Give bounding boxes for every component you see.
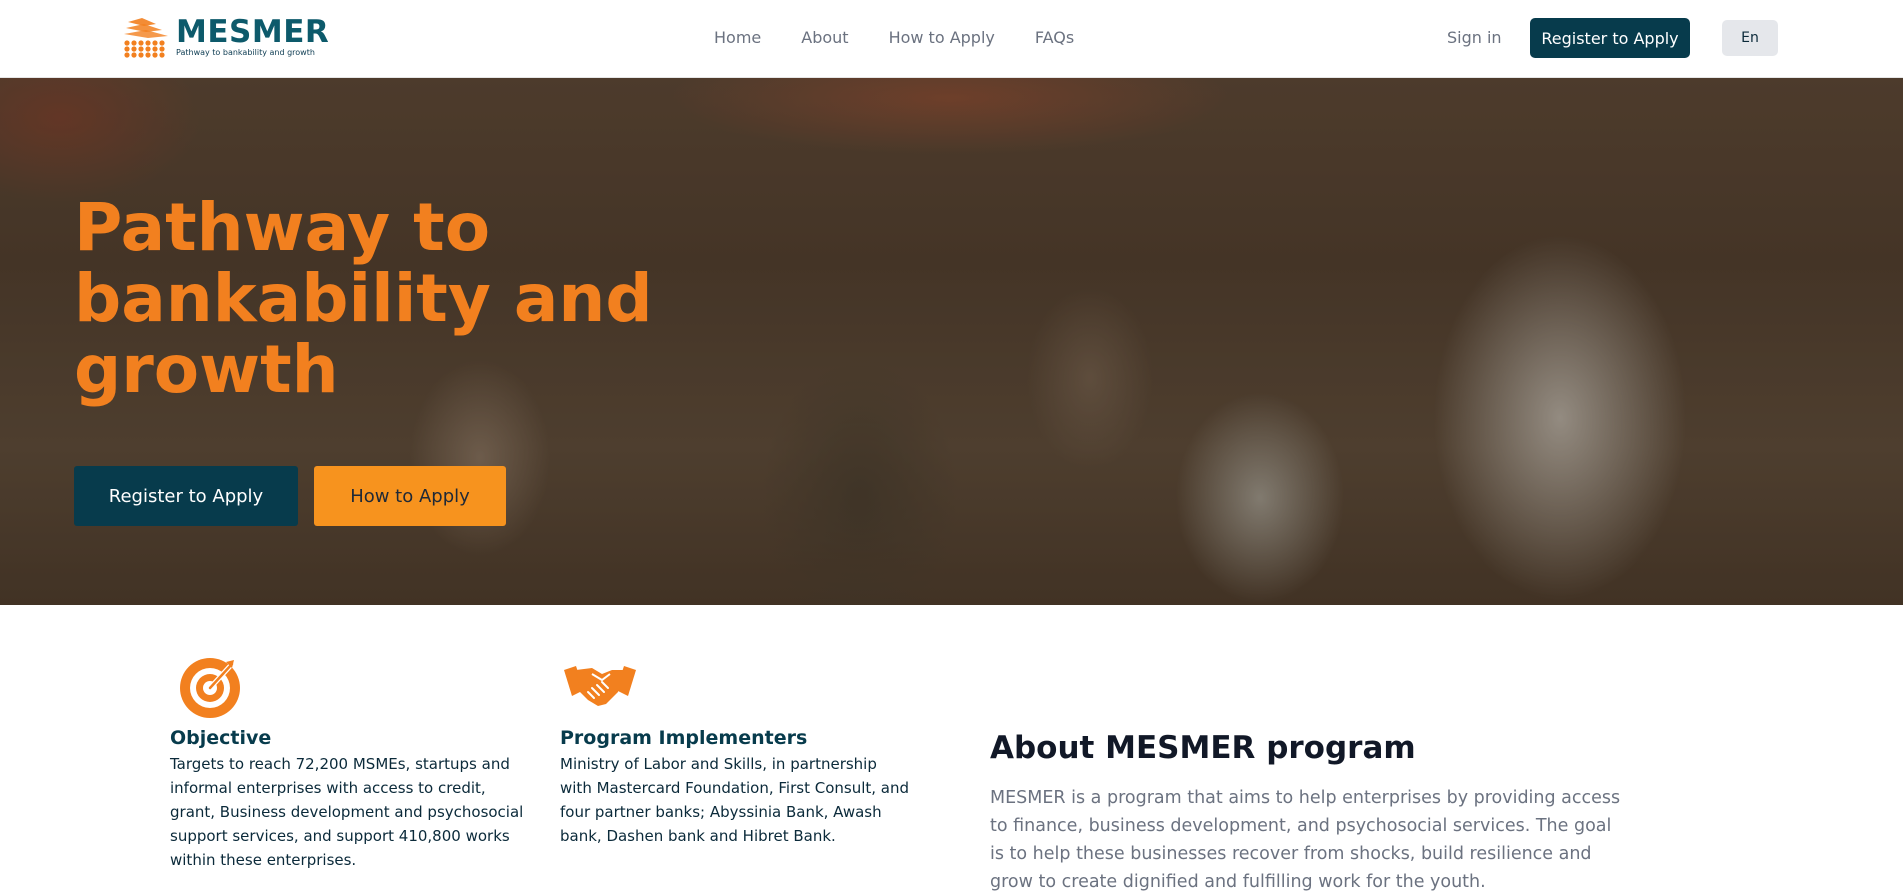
logo-text: MESMER Pathway to bankability and growth	[176, 16, 329, 57]
logo-tagline: Pathway to bankability and growth	[176, 48, 315, 57]
about-text: MESMER is a program that aims to help en…	[990, 788, 1621, 892]
hero-register-button[interactable]: Register to Apply	[74, 466, 298, 526]
handshake-icon	[562, 660, 638, 716]
nav-about[interactable]: About	[801, 28, 848, 47]
logo-title: MESMER	[176, 14, 330, 50]
language-selector[interactable]: En	[1722, 20, 1778, 56]
target-icon	[176, 652, 244, 720]
hero-how-to-apply-button[interactable]: How to Apply	[314, 466, 506, 526]
objective-title: Objective	[170, 727, 272, 749]
nav-how-to-apply[interactable]: How to Apply	[889, 28, 995, 47]
logo-icon	[122, 16, 172, 58]
hero-banner: Pathway to bankability and growth Regist…	[0, 78, 1903, 605]
objective-text: Targets to reach 72,200 MSMEs, startups …	[170, 755, 524, 869]
nav-faqs[interactable]: FAQs	[1035, 28, 1074, 47]
implementers-text: Ministry of Labor and Skills, in partner…	[560, 755, 910, 845]
implementers-card: Program Implementers Ministry of Labor a…	[560, 727, 910, 848]
brand-logo[interactable]: MESMER Pathway to bankability and growth	[122, 16, 332, 60]
nav-home[interactable]: Home	[714, 28, 761, 47]
objective-card: Objective Targets to reach 72,200 MSMEs,…	[170, 727, 525, 872]
implementers-title: Program Implementers	[560, 727, 808, 749]
hero-title: Pathway to bankability and growth	[74, 189, 653, 408]
header-register-button[interactable]: Register to Apply	[1530, 18, 1690, 58]
sign-in-link[interactable]: Sign in	[1447, 28, 1502, 47]
about-title: About MESMER program	[990, 730, 1416, 766]
main-nav: Home About How to Apply FAQs	[714, 28, 1114, 47]
site-header: MESMER Pathway to bankability and growth…	[0, 0, 1903, 78]
